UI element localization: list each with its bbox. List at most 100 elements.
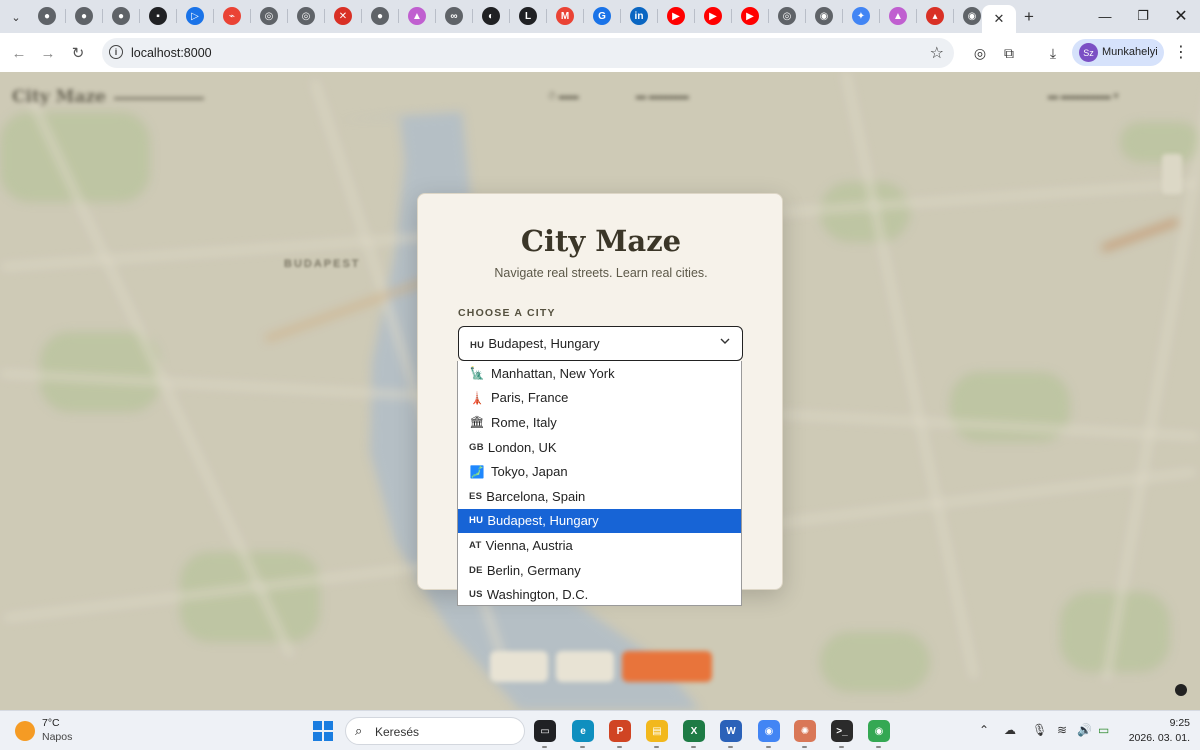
new-tab-button[interactable]: + bbox=[1018, 7, 1040, 27]
browser-menu-icon[interactable]: ⋮ bbox=[1173, 42, 1189, 62]
city-option-label: Tokyo, Japan bbox=[491, 464, 568, 480]
claude-app-icon[interactable]: ✺ bbox=[794, 720, 816, 742]
word-icon[interactable]: W bbox=[720, 720, 742, 742]
openai-icon[interactable]: ◎ bbox=[778, 7, 796, 25]
tray-chevron-up-icon[interactable]: ⌃ bbox=[979, 723, 989, 737]
tab-separator bbox=[583, 9, 584, 23]
city-option[interactable]: ES Barcelona, Spain bbox=[458, 484, 741, 509]
minimize-icon[interactable]: — bbox=[1090, 5, 1120, 27]
chart-icon[interactable]: ⌁ bbox=[223, 7, 241, 25]
terminal-icon[interactable]: >_ bbox=[831, 720, 853, 742]
chrome-icon[interactable]: ◉ bbox=[815, 7, 833, 25]
app-dark-icon[interactable]: ▪ bbox=[149, 7, 167, 25]
tab-separator bbox=[472, 9, 473, 23]
chrome-icon[interactable]: ◉ bbox=[963, 7, 981, 25]
chrome-icon[interactable]: ◉ bbox=[868, 720, 890, 742]
battery-icon[interactable]: ▭ bbox=[1098, 723, 1109, 737]
globe-icon[interactable]: ● bbox=[75, 7, 93, 25]
file-explorer-icon[interactable]: ▤ bbox=[646, 720, 668, 742]
address-url[interactable]: localhost:8000 bbox=[131, 46, 212, 60]
claude-icon[interactable]: ▲ bbox=[408, 7, 426, 25]
youtube-icon[interactable]: ▶ bbox=[741, 7, 759, 25]
reload-icon[interactable]: ↻ bbox=[67, 42, 89, 64]
letter-l-icon[interactable]: L bbox=[519, 7, 537, 25]
flag-icon[interactable]: ▴ bbox=[926, 7, 944, 25]
start-button-blurred bbox=[622, 651, 712, 682]
flag-code: DE bbox=[469, 564, 483, 576]
city-option[interactable]: 🗾 Tokyo, Japan bbox=[458, 459, 741, 484]
powerpoint-icon[interactable]: P bbox=[609, 720, 631, 742]
globe-icon[interactable]: ● bbox=[38, 7, 56, 25]
globe-icon[interactable]: ● bbox=[371, 7, 389, 25]
running-indicator bbox=[654, 746, 659, 748]
globe-icon[interactable]: ● bbox=[112, 7, 130, 25]
running-indicator bbox=[617, 746, 622, 748]
city-option-label: Berlin, Germany bbox=[486, 562, 581, 578]
sun-icon[interactable] bbox=[15, 721, 35, 741]
colosseum-icon: 🏛 bbox=[469, 415, 485, 430]
window-close-icon[interactable]: ✕ bbox=[1166, 5, 1196, 27]
tab-separator bbox=[435, 9, 436, 23]
japan-map-icon: 🗾 bbox=[469, 464, 485, 479]
openai-icon[interactable]: ◎ bbox=[260, 7, 278, 25]
browser-toolbar: ← → ↻ i localhost:8000 ☆ ◎ ⧉ ⤓ Sz Munkah… bbox=[0, 33, 1200, 72]
compass-icon[interactable]: ✕ bbox=[334, 7, 352, 25]
moon-icon[interactable]: ◐ bbox=[482, 7, 500, 25]
city-option[interactable]: AT Vienna, Austria bbox=[458, 533, 741, 558]
chrome-icon[interactable]: ◉ bbox=[758, 720, 780, 742]
gemini-icon[interactable]: ✦ bbox=[852, 7, 870, 25]
weather-description[interactable]: Napos bbox=[42, 731, 72, 743]
address-bar[interactable]: i localhost:8000 ☆ bbox=[102, 38, 954, 68]
download-icon[interactable]: ⤓ bbox=[1043, 43, 1063, 63]
profile-button[interactable]: Sz Munkahelyi bbox=[1072, 39, 1164, 66]
tab-search-chevron-icon[interactable]: ⌄ bbox=[5, 6, 27, 28]
city-select-value: HU Budapest, Hungary bbox=[470, 336, 600, 351]
glasses-icon[interactable]: ∞ bbox=[445, 7, 463, 25]
extensions-puzzle-icon[interactable]: ⧉ bbox=[999, 43, 1019, 63]
forward-arrow-icon[interactable]: → bbox=[37, 42, 59, 64]
tab-separator bbox=[953, 9, 954, 23]
wifi-icon[interactable]: ≋ bbox=[1057, 723, 1067, 737]
cloud-sync-icon[interactable]: ☁ bbox=[1004, 723, 1016, 737]
city-option[interactable]: US Washington, D.C. bbox=[458, 582, 741, 607]
speaker-icon[interactable]: 🔊 bbox=[1077, 723, 1092, 737]
tab-separator bbox=[916, 9, 917, 23]
bookmark-star-icon[interactable]: ☆ bbox=[930, 43, 944, 63]
play-arrow-icon[interactable]: ▷ bbox=[186, 7, 204, 25]
microphone-icon[interactable]: 🎙 bbox=[1032, 723, 1047, 737]
taskbar-search[interactable]: ⌕ Keresés bbox=[345, 717, 525, 745]
task-view-icon[interactable]: ▭ bbox=[534, 720, 556, 742]
city-option[interactable]: 🏛 Rome, Italy bbox=[458, 410, 741, 435]
youtube-icon[interactable]: ▶ bbox=[704, 7, 722, 25]
clock-time[interactable]: 9:25 bbox=[1130, 717, 1190, 729]
taskbar-search-placeholder: Keresés bbox=[375, 725, 420, 739]
active-tab-close-icon[interactable]: ✕ bbox=[982, 5, 1016, 33]
city-option[interactable]: HU Budapest, Hungary bbox=[458, 508, 741, 534]
openai-icon[interactable]: ◎ bbox=[297, 7, 315, 25]
tab-separator bbox=[213, 9, 214, 23]
restore-icon[interactable]: ❐ bbox=[1128, 5, 1158, 27]
youtube-icon[interactable]: ▶ bbox=[667, 7, 685, 25]
clock-date[interactable]: 2026. 03. 01. bbox=[1120, 732, 1190, 744]
gmail-icon[interactable]: M bbox=[556, 7, 574, 25]
edge-icon[interactable]: e bbox=[572, 720, 594, 742]
site-info-icon[interactable]: i bbox=[109, 45, 123, 59]
excel-icon[interactable]: X bbox=[683, 720, 705, 742]
city-option[interactable]: DE Berlin, Germany bbox=[458, 558, 741, 583]
city-option[interactable]: 🗽 Manhattan, New York bbox=[458, 361, 741, 386]
claude-icon[interactable]: ▲ bbox=[889, 7, 907, 25]
tab-separator bbox=[879, 9, 880, 23]
lens-icon[interactable]: ◎ bbox=[970, 43, 990, 63]
grammarly-icon[interactable]: G bbox=[593, 7, 611, 25]
city-option[interactable]: 🗼 Paris, France bbox=[458, 386, 741, 411]
weather-temperature[interactable]: 7°C bbox=[42, 717, 60, 729]
city-option[interactable]: GB London, UK bbox=[458, 435, 741, 460]
flag-code: ES bbox=[469, 490, 483, 502]
flag-code: GB bbox=[469, 441, 484, 453]
windows-start-icon[interactable] bbox=[313, 721, 333, 741]
back-arrow-icon[interactable]: ← bbox=[8, 42, 30, 64]
linkedin-icon[interactable]: in bbox=[630, 7, 648, 25]
city-dropdown-list: 🗽 Manhattan, New York 🗼 Paris, France 🏛 Rome,… bbox=[457, 361, 742, 606]
flag-code: US bbox=[469, 589, 483, 601]
city-select[interactable]: HU Budapest, Hungary bbox=[458, 326, 743, 361]
